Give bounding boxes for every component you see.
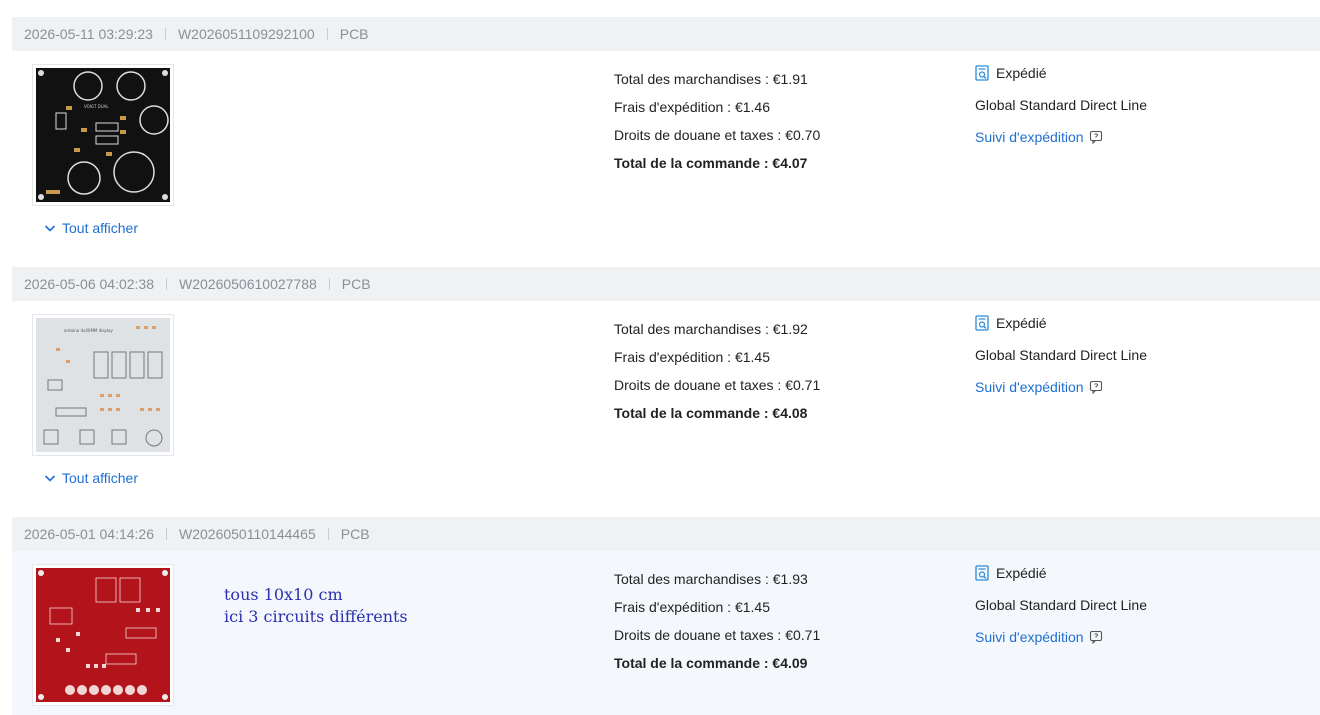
shipping-status: Expédié Global Standard Direct Line Suiv…	[975, 315, 1147, 395]
svg-text:arduino 4x40MM display: arduino 4x40MM display	[64, 328, 113, 333]
carrier-name: Global Standard Direct Line	[975, 347, 1147, 363]
order-body: tous 10x10 cm ici 3 circuits différents …	[12, 551, 1320, 715]
order-category: PCB	[341, 276, 371, 292]
order-total: Total de la commande : €4.09	[614, 655, 808, 671]
separator	[327, 528, 329, 540]
shipping-status: Expédié Global Standard Direct Line Suiv…	[975, 65, 1147, 145]
shipped-search-icon	[975, 315, 989, 331]
order-total: Total de la commande : €4.07	[614, 155, 808, 171]
pcb-thumbnail[interactable]: VOIGT DUAL	[32, 64, 174, 206]
order-body: arduino 4x40MM display Tout afficher Tot…	[12, 301, 1320, 502]
shipped-search-icon	[975, 565, 989, 581]
tracking-label: Suivi d'expédition	[975, 629, 1084, 645]
status-row: Expédié	[975, 65, 1147, 81]
pcb-thumbnail[interactable]: arduino 4x40MM display	[32, 314, 174, 456]
order-total: Total de la commande : €4.08	[614, 405, 808, 421]
note-line: ici 3 circuits différents	[224, 607, 408, 626]
order-date: 2026-05-01 04:14:26	[24, 526, 154, 542]
show-all-label: Tout afficher	[62, 220, 139, 236]
shipping-fee: Frais d'expédition : €1.46	[614, 99, 770, 115]
order-header: 2026-05-01 04:14:26 W2026050110144465 PC…	[12, 517, 1320, 551]
order-number[interactable]: W2026050610027788	[179, 276, 317, 292]
order-category: PCB	[339, 26, 369, 42]
show-all-button[interactable]: Tout afficher	[44, 220, 138, 236]
shipping-status: Expédié Global Standard Direct Line Suiv…	[975, 565, 1147, 645]
status-label: Expédié	[996, 65, 1047, 81]
separator	[166, 528, 167, 540]
tracking-link[interactable]: Suivi d'expédition	[975, 629, 1147, 645]
annotation-note: tous 10x10 cm ici 3 circuits différents	[224, 584, 408, 628]
shipping-fee: Frais d'expédition : €1.45	[614, 349, 770, 365]
order-body: VOIGT DUAL Tout afficher Total des march…	[12, 51, 1320, 252]
chevron-down-icon	[44, 475, 56, 482]
show-all-button[interactable]: Tout afficher	[44, 470, 138, 486]
carrier-name: Global Standard Direct Line	[975, 597, 1147, 613]
customs-fee: Droits de douane et taxes : €0.71	[614, 377, 821, 393]
tracking-label: Suivi d'expédition	[975, 379, 1084, 395]
shipped-search-icon	[975, 65, 989, 81]
order-number[interactable]: W2026051109292100	[178, 26, 315, 42]
tracking-link[interactable]: Suivi d'expédition	[975, 379, 1147, 395]
tracking-link[interactable]: Suivi d'expédition	[975, 129, 1147, 145]
pcb-white-image: arduino 4x40MM display	[36, 318, 170, 452]
order-number[interactable]: W2026050110144465	[179, 526, 316, 542]
separator	[164, 28, 166, 40]
customs-fee: Droits de douane et taxes : €0.71	[614, 627, 821, 643]
order-header: 2026-05-11 03:29:23 W2026051109292100 PC…	[12, 17, 1320, 51]
merchandise-total: Total des marchandises : €1.91	[614, 71, 808, 87]
status-label: Expédié	[996, 565, 1047, 581]
order-card: 2026-05-01 04:14:26 W2026050110144465 PC…	[12, 517, 1320, 715]
show-all-label: Tout afficher	[62, 470, 139, 486]
status-row: Expédié	[975, 315, 1147, 331]
svg-text:VOIGT DUAL: VOIGT DUAL	[84, 104, 109, 109]
separator	[326, 28, 328, 40]
tracking-popup-icon	[1089, 380, 1102, 394]
order-totals: Total des marchandises : €1.93 Frais d'e…	[614, 565, 820, 677]
order-category: PCB	[340, 526, 370, 542]
merchandise-total: Total des marchandises : €1.93	[614, 571, 808, 587]
note-line: tous 10x10 cm	[224, 585, 343, 604]
separator	[166, 278, 167, 290]
order-date: 2026-05-06 04:02:38	[24, 276, 154, 292]
carrier-name: Global Standard Direct Line	[975, 97, 1147, 113]
order-date: 2026-05-11 03:29:23	[24, 26, 153, 42]
customs-fee: Droits de douane et taxes : €0.70	[614, 127, 821, 143]
order-card: 2026-05-06 04:02:38 W2026050610027788 PC…	[12, 267, 1320, 502]
tracking-popup-icon	[1089, 630, 1102, 644]
status-label: Expédié	[996, 315, 1047, 331]
pcb-black-image: VOIGT DUAL	[36, 68, 170, 202]
shipping-fee: Frais d'expédition : €1.45	[614, 599, 770, 615]
separator	[328, 278, 330, 290]
order-card: 2026-05-11 03:29:23 W2026051109292100 PC…	[12, 17, 1320, 252]
tracking-popup-icon	[1089, 130, 1102, 144]
chevron-down-icon	[44, 225, 56, 232]
order-totals: Total des marchandises : €1.92 Frais d'e…	[614, 315, 820, 427]
merchandise-total: Total des marchandises : €1.92	[614, 321, 808, 337]
status-row: Expédié	[975, 565, 1147, 581]
order-header: 2026-05-06 04:02:38 W2026050610027788 PC…	[12, 267, 1320, 301]
order-totals: Total des marchandises : €1.91 Frais d'e…	[614, 65, 820, 177]
pcb-thumbnail[interactable]	[32, 564, 174, 706]
tracking-label: Suivi d'expédition	[975, 129, 1084, 145]
pcb-red-image	[36, 568, 170, 702]
